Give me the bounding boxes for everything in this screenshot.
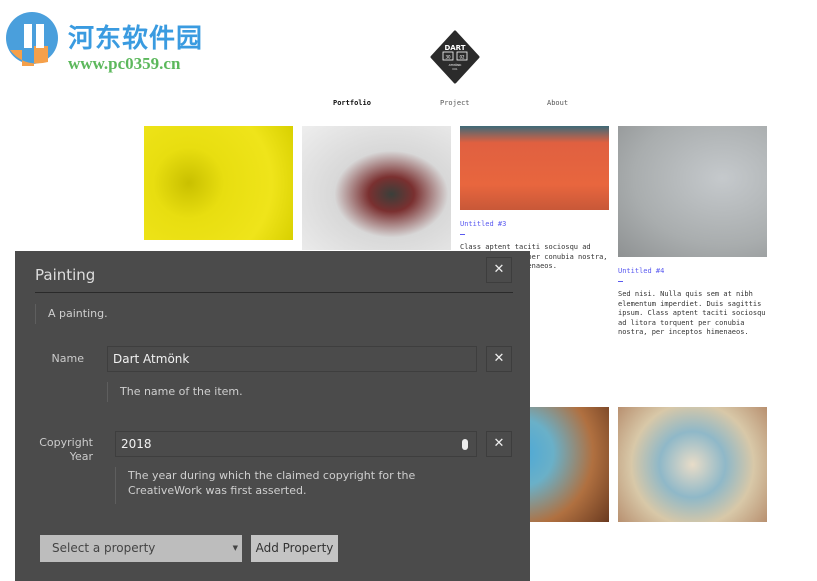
tile-image[interactable] <box>618 126 767 257</box>
dialog-title: Painting <box>35 266 96 284</box>
dart-logo[interactable]: DART 30 02 ATMÖNK CO. <box>428 30 482 84</box>
spinner-icon[interactable] <box>462 439 468 450</box>
watermark-url: www.pc0359.cn <box>68 54 181 73</box>
portfolio-tile[interactable] <box>618 407 767 522</box>
tile-text: Sed nisi. Nulla quis sem at nibh element… <box>618 290 766 336</box>
name-input[interactable]: Dart Atmönk <box>107 346 477 372</box>
name-help: The name of the item. <box>107 382 243 402</box>
tile-title[interactable]: Untitled #4 <box>618 267 767 275</box>
nav-project[interactable]: Project <box>440 99 470 107</box>
tile-image[interactable] <box>460 126 609 210</box>
copyright-year-label: Copyright Year <box>39 436 93 463</box>
tile-image[interactable] <box>144 126 293 240</box>
copyright-year-input[interactable]: 2018 <box>115 431 477 457</box>
close-dialog-button[interactable]: ✕ <box>486 257 512 283</box>
portfolio-tile[interactable] <box>144 126 293 240</box>
portfolio-tile[interactable]: Untitled #4 Sed nisi. Nulla quis sem at … <box>618 126 767 338</box>
tile-title[interactable]: Untitled #3 <box>460 220 609 228</box>
painting-dialog: Painting ✕ A painting. Name Dart Atmönk … <box>15 251 530 581</box>
divider <box>35 292 513 293</box>
dialog-description: A painting. <box>35 304 108 324</box>
name-label: Name <box>51 352 84 365</box>
watermark-logo-icon <box>6 12 58 66</box>
copyright-year-help: The year during which the claimed copyri… <box>115 467 428 504</box>
remove-name-button[interactable]: ✕ <box>486 346 512 372</box>
logo-right: 02 <box>459 55 465 60</box>
watermark: 河东软件园 www.pc0359.cn <box>4 10 204 73</box>
tile-dash <box>460 234 465 235</box>
logo-left: 30 <box>445 55 451 60</box>
tile-image[interactable] <box>618 407 767 522</box>
watermark-title: 河东软件园 <box>68 24 204 54</box>
tile-image[interactable] <box>302 126 451 250</box>
portfolio-tile[interactable]: Untitled #3 Class aptent taciti sociosqu… <box>460 126 609 272</box>
portfolio-tile[interactable] <box>302 126 451 250</box>
property-select-label: Select a property <box>52 541 156 555</box>
caret-down-icon: ▼ <box>232 544 238 552</box>
tile-dash <box>618 281 623 282</box>
logo-sub2: CO. <box>452 67 457 71</box>
nav-portfolio[interactable]: Portfolio <box>333 99 371 107</box>
logo-text: DART <box>444 44 465 52</box>
copyright-year-value: 2018 <box>121 437 152 451</box>
property-select[interactable]: Select a property ▼ <box>40 535 242 562</box>
add-property-button[interactable]: Add Property <box>251 535 338 562</box>
nav-about[interactable]: About <box>547 99 568 107</box>
remove-copyright-year-button[interactable]: ✕ <box>486 431 512 457</box>
